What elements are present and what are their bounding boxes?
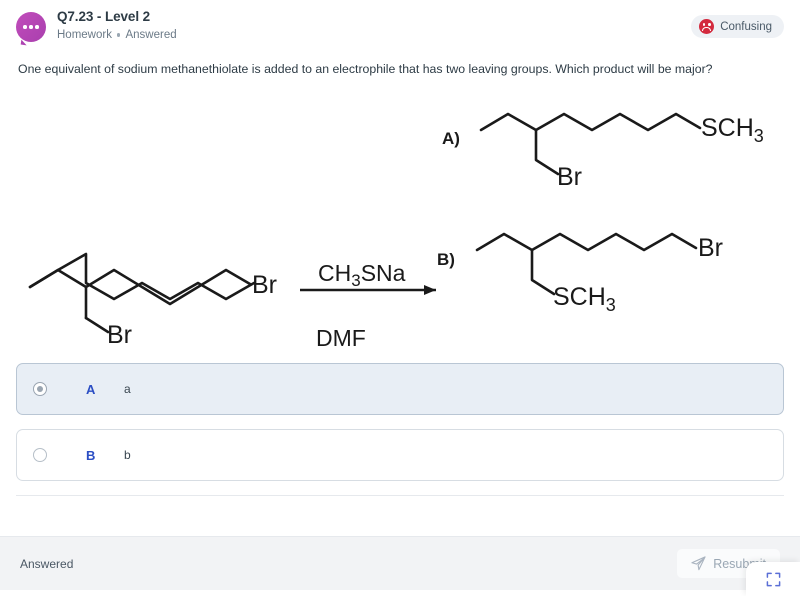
reactant-branch-br-label: Br xyxy=(107,321,132,349)
reagent-below-arrow: DMF xyxy=(316,325,366,351)
product-b-sch3-pre: SCH xyxy=(553,283,606,311)
reactant-branch-bond xyxy=(28,268,88,320)
question-header: Q7.23 - Level 2 Homework Answered Confus… xyxy=(0,0,800,52)
reagent-above-sub: 3 xyxy=(351,271,360,290)
confused-face-icon xyxy=(699,19,715,34)
answer-options-list: A a B b xyxy=(0,363,800,482)
radio-button-b[interactable] xyxy=(33,448,47,463)
header-text-group: Q7.23 - Level 2 Homework Answered xyxy=(57,9,177,42)
question-category: Homework xyxy=(57,28,112,41)
footer-divider xyxy=(16,495,784,497)
question-footer: Answered Resubmit xyxy=(0,536,800,596)
paper-plane-icon xyxy=(691,556,706,571)
answer-option-b[interactable]: B b xyxy=(16,429,784,482)
product-a-branch-bond xyxy=(534,128,560,176)
status-badge[interactable]: Confusing xyxy=(691,15,784,38)
reactant-ethyl-start xyxy=(28,252,256,301)
question-meta: Homework Answered xyxy=(57,29,177,42)
product-a-tag: A) xyxy=(442,129,460,148)
product-a-sch3-label: SCH3 xyxy=(701,114,764,146)
option-a-label: a xyxy=(124,382,131,397)
question-prompt: One equivalent of sodium methanethiolate… xyxy=(18,62,713,76)
product-a-sch3-pre: SCH xyxy=(701,114,754,142)
product-a-main-chain xyxy=(479,112,702,132)
reagent-above-arrow: CH3SNa xyxy=(318,260,406,290)
product-a-sch3-sub: 3 xyxy=(754,126,764,146)
option-b-letter: B xyxy=(86,447,96,463)
option-a-letter: A xyxy=(86,381,96,397)
meta-separator-dot xyxy=(116,33,121,37)
product-b-sch3-label: SCH3 xyxy=(553,283,616,315)
product-b-tag: B) xyxy=(437,250,455,269)
reaction-scheme-figure: Br Br CH3SNa DMF A) SCH3 Br B) Br SCH3 xyxy=(0,78,800,363)
product-b-main-chain xyxy=(475,232,698,252)
status-badge-label: Confusing xyxy=(720,20,772,33)
question-status: Answered xyxy=(125,28,177,41)
product-b-branch-bond xyxy=(530,248,556,296)
expand-fullscreen-button[interactable] xyxy=(746,562,800,596)
product-b-br-label: Br xyxy=(698,234,723,262)
option-b-label: b xyxy=(124,448,131,463)
speech-bubble-dots-icon xyxy=(16,12,46,42)
reactant-terminal-br-label: Br xyxy=(252,271,277,299)
product-a-structure xyxy=(479,112,702,176)
expand-fullscreen-icon xyxy=(766,572,780,586)
reaction-arrow xyxy=(300,285,436,296)
product-b-sch3-sub: 3 xyxy=(606,295,616,315)
reagent-above-pre: CH xyxy=(318,260,351,286)
reagent-above-post: SNa xyxy=(361,260,406,286)
reaction-scheme-svg: Br Br CH3SNa DMF A) SCH3 Br B) Br SCH3 xyxy=(28,112,764,351)
answer-option-a[interactable]: A a xyxy=(16,363,784,416)
page-title: Q7.23 - Level 2 xyxy=(57,9,151,24)
reactant-branch-to-br xyxy=(84,316,110,334)
radio-button-a[interactable] xyxy=(33,382,47,397)
product-a-br-label: Br xyxy=(557,163,582,191)
footer-status-text: Answered xyxy=(20,556,74,571)
